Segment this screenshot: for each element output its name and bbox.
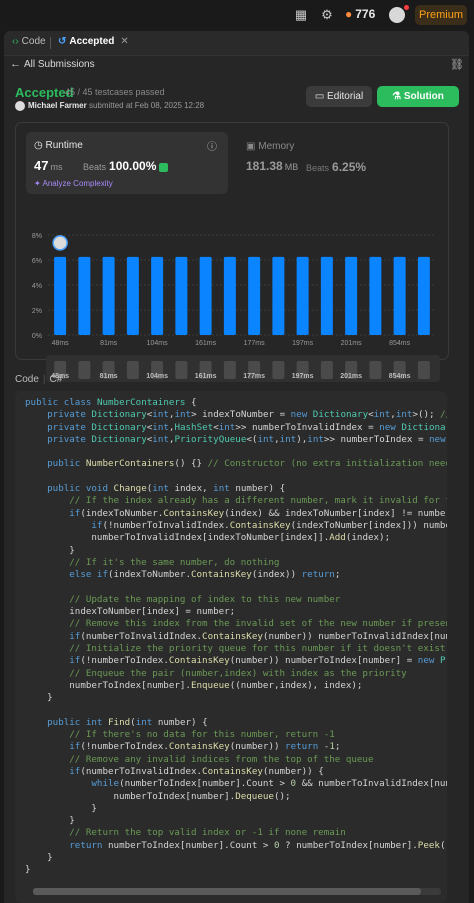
user-avatar	[15, 101, 25, 111]
flask-icon: ⚗	[392, 91, 404, 102]
tab-code[interactable]: ‹› Code	[12, 36, 46, 47]
solution-button[interactable]: ⚗ Solution	[377, 86, 459, 107]
x-tick-label: 201ms	[341, 340, 363, 347]
user-avatar-marker	[52, 235, 68, 251]
runtime-bar[interactable]	[320, 256, 333, 335]
flame-icon: ●	[345, 7, 353, 21]
runtime-bar[interactable]	[151, 256, 164, 335]
code-icon: ‹›	[12, 36, 19, 47]
runtime-bar[interactable]	[78, 256, 91, 335]
testcases-passed: 45 / 45 testcases passed	[65, 87, 165, 97]
submission-panel: ‹› Code ↺ Accepted ✕ ← All Submissions ⛓ Ac…	[4, 31, 469, 903]
x-tick-label: 177ms	[244, 340, 266, 347]
overview-bar	[126, 361, 139, 379]
tab-bar: ‹› Code ↺ Accepted ✕	[4, 31, 469, 56]
x-tick-label: 81ms	[100, 340, 118, 347]
overview-bar	[272, 361, 285, 379]
history-icon: ↺	[58, 36, 67, 47]
top-bar: ▦ ⚙ ● 776 Premium	[0, 0, 474, 30]
x-tick-label: 197ms	[292, 340, 314, 347]
overview-bar	[417, 361, 430, 379]
grid-icon[interactable]: ▦	[294, 8, 308, 22]
overview-bar	[175, 361, 188, 379]
overview-bar	[78, 361, 91, 379]
code-header: Code | C#	[15, 374, 63, 385]
runtime-bar[interactable]	[126, 256, 139, 335]
overview-bar	[320, 361, 333, 379]
gear-icon[interactable]: ⚙	[320, 8, 334, 22]
overview-tick-label: 197ms	[292, 373, 314, 380]
submission-info: Michael Farmer submitted at Feb 08, 2025…	[15, 101, 204, 111]
submissions-bar: ← All Submissions ⛓	[4, 55, 469, 75]
overview-tick-label: 201ms	[340, 373, 362, 380]
runtime-bar[interactable]	[223, 256, 236, 335]
runtime-bar[interactable]	[345, 256, 358, 335]
overview-tick-label: 81ms	[100, 373, 118, 380]
tab-accepted[interactable]: ↺ Accepted ✕	[58, 36, 129, 47]
user-name[interactable]: Michael Farmer	[28, 101, 87, 110]
overview-tick-label: 177ms	[243, 373, 265, 380]
code-text: public class NumberContainers { private …	[25, 397, 447, 876]
overview-tick-label: 161ms	[195, 373, 217, 380]
streak-counter[interactable]: ● 776	[345, 7, 375, 21]
y-tick-label: 0%	[32, 333, 42, 340]
avatar[interactable]	[389, 7, 405, 23]
overview-tick-label: 104ms	[146, 373, 168, 380]
y-tick-label: 4%	[32, 283, 42, 290]
code-header-divider: |	[42, 374, 46, 385]
premium-button[interactable]: Premium	[415, 5, 467, 25]
all-submissions-link[interactable]: All Submissions	[24, 59, 95, 70]
runtime-bar[interactable]	[175, 256, 188, 335]
overview-tick-label: 854ms	[389, 373, 411, 380]
editorial-button[interactable]: ▭ Editorial	[306, 86, 372, 107]
runtime-bar[interactable]	[369, 256, 382, 335]
runtime-bar[interactable]	[393, 256, 406, 335]
x-tick-label: 104ms	[147, 340, 169, 347]
tab-divider	[50, 37, 51, 49]
performance-card: ◷ Runtime ⓘ 47 ms Beats 100.00% ✦ Analyze …	[15, 122, 449, 382]
back-arrow-icon[interactable]: ←	[10, 58, 21, 70]
runtime-distribution-chart[interactable]: 8% 6% 4% 2% 0% 48ms 81ms 104ms 161ms 177ms 197ms 20…	[16, 121, 448, 389]
overview-bar	[369, 361, 382, 379]
runtime-bar[interactable]	[102, 256, 115, 335]
close-icon[interactable]: ✕	[120, 36, 128, 47]
runtime-bar[interactable]	[248, 256, 261, 335]
runtime-bar[interactable]	[54, 256, 67, 335]
y-tick-label: 6%	[32, 258, 42, 265]
submitted-time: submitted at Feb 08, 2025 12:28	[88, 101, 205, 111]
horizontal-scrollbar[interactable]	[33, 888, 441, 895]
language-label: C#	[49, 374, 63, 385]
code-viewer[interactable]: public class NumberContainers { private …	[15, 391, 447, 903]
x-tick-label: 161ms	[195, 340, 217, 347]
share-link-icon[interactable]: ⛓	[450, 58, 464, 71]
scrollbar-thumb[interactable]	[33, 888, 421, 895]
y-tick-label: 8%	[32, 233, 42, 240]
book-icon: ▭	[314, 91, 328, 102]
notification-dot	[404, 5, 409, 10]
runtime-bar[interactable]	[272, 256, 285, 335]
runtime-bar[interactable]	[199, 256, 212, 335]
overview-bar	[223, 361, 236, 379]
x-tick-label: 854ms	[389, 340, 411, 347]
runtime-bar[interactable]	[417, 256, 430, 335]
runtime-bar[interactable]	[296, 256, 309, 335]
x-tick-label: 48ms	[52, 340, 70, 347]
y-tick-label: 2%	[32, 308, 42, 315]
